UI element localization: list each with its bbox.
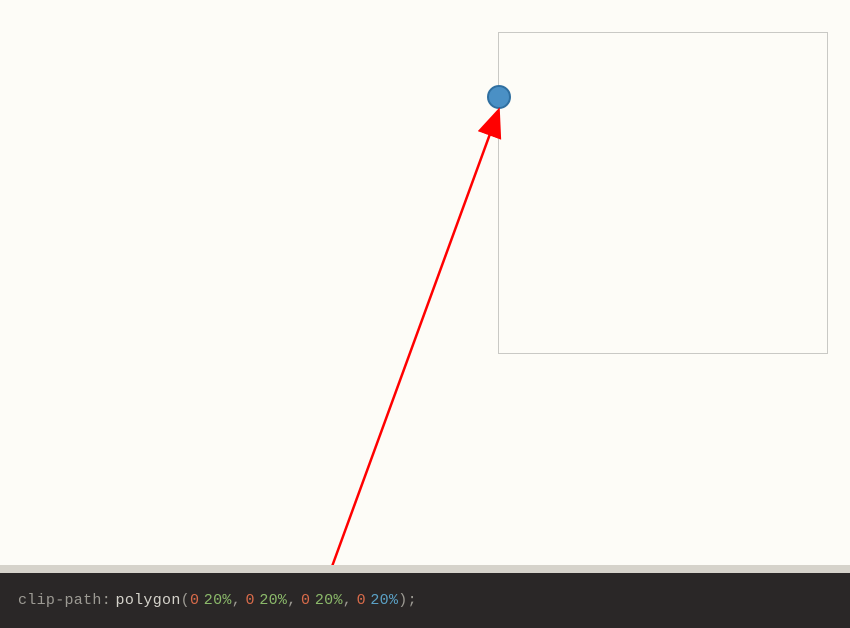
separator-bar xyxy=(0,565,850,573)
close-paren: ) xyxy=(398,592,407,609)
comma-0: , xyxy=(232,592,241,609)
canvas-area xyxy=(0,0,850,565)
coord-2-x: 0 xyxy=(301,592,310,609)
comma-1: , xyxy=(287,592,296,609)
polygon-point-marker[interactable] xyxy=(487,85,511,109)
open-paren: ( xyxy=(181,592,190,609)
coord-1-x: 0 xyxy=(246,592,255,609)
comma-2: , xyxy=(343,592,352,609)
css-property: clip-path xyxy=(18,592,102,609)
semicolon-punct: ; xyxy=(408,592,417,609)
css-function-name: polygon xyxy=(116,592,181,609)
colon-punct: : xyxy=(102,592,111,609)
coord-0-y: 20% xyxy=(204,592,232,609)
coord-2-y: 20% xyxy=(315,592,343,609)
coord-0-x: 0 xyxy=(190,592,199,609)
coord-3-y: 20% xyxy=(370,592,398,609)
clip-path-demo-box xyxy=(498,32,828,354)
code-bar: clip-path : polygon ( 0 20% , 0 20% , 0 … xyxy=(0,573,850,628)
coord-1-y: 20% xyxy=(259,592,287,609)
coord-3-x: 0 xyxy=(357,592,366,609)
